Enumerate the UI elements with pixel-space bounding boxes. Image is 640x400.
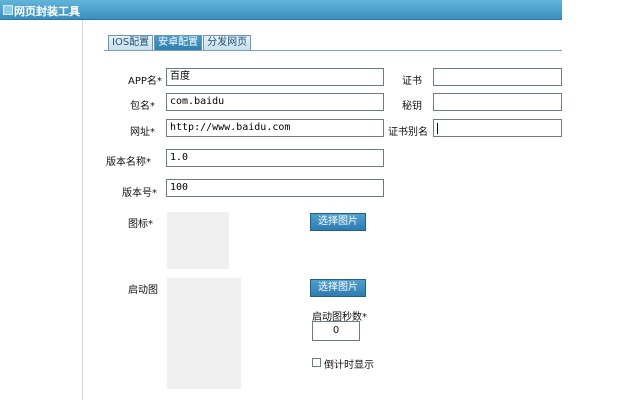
tab-ios-config[interactable]: IOS配置 xyxy=(108,35,154,51)
tab-underline xyxy=(104,50,562,51)
select-icon-button[interactable]: 选择图片 xyxy=(310,213,366,231)
alias-label: 证书别名 xyxy=(388,127,428,138)
version-name-input[interactable]: 1.0 xyxy=(166,149,384,167)
secret-label: 秘钥 xyxy=(402,101,422,112)
splash-preview xyxy=(167,278,241,389)
url-input[interactable]: http://www.baidu.com xyxy=(166,119,384,137)
version-name-label: 版本名称* xyxy=(106,157,151,168)
cert-input[interactable] xyxy=(433,68,562,86)
alias-input[interactable] xyxy=(433,119,562,137)
splash-seconds-input[interactable]: 0 xyxy=(312,321,360,341)
icon-label: 图标* xyxy=(128,219,153,230)
version-code-input[interactable]: 100 xyxy=(166,179,384,197)
outside-area xyxy=(562,0,640,400)
app-name-label: APP名* xyxy=(128,76,162,87)
tab-bar: IOS配置 安卓配置 分发网页 xyxy=(108,35,252,51)
package-input[interactable]: com.baidu xyxy=(166,93,384,111)
icon-preview xyxy=(167,212,229,269)
tab-android-config[interactable]: 安卓配置 xyxy=(154,35,203,51)
window-icon xyxy=(3,5,13,15)
url-label: 网址* xyxy=(130,127,155,138)
version-code-label: 版本号* xyxy=(122,188,157,199)
window-title: 网页封装工具 xyxy=(14,5,80,18)
select-splash-button[interactable]: 选择图片 xyxy=(310,279,366,297)
countdown-checkbox[interactable] xyxy=(312,358,321,367)
cert-label: 证书 xyxy=(402,76,422,87)
tab-distribution-page[interactable]: 分发网页 xyxy=(203,35,252,51)
splash-label: 启动图 xyxy=(128,285,158,296)
countdown-label: 倒计时显示 xyxy=(324,360,374,371)
window-titlebar: 网页封装工具 xyxy=(0,0,562,20)
secret-input[interactable] xyxy=(433,93,562,111)
package-label: 包名* xyxy=(130,101,155,112)
app-name-input[interactable]: 百度 xyxy=(166,68,384,86)
